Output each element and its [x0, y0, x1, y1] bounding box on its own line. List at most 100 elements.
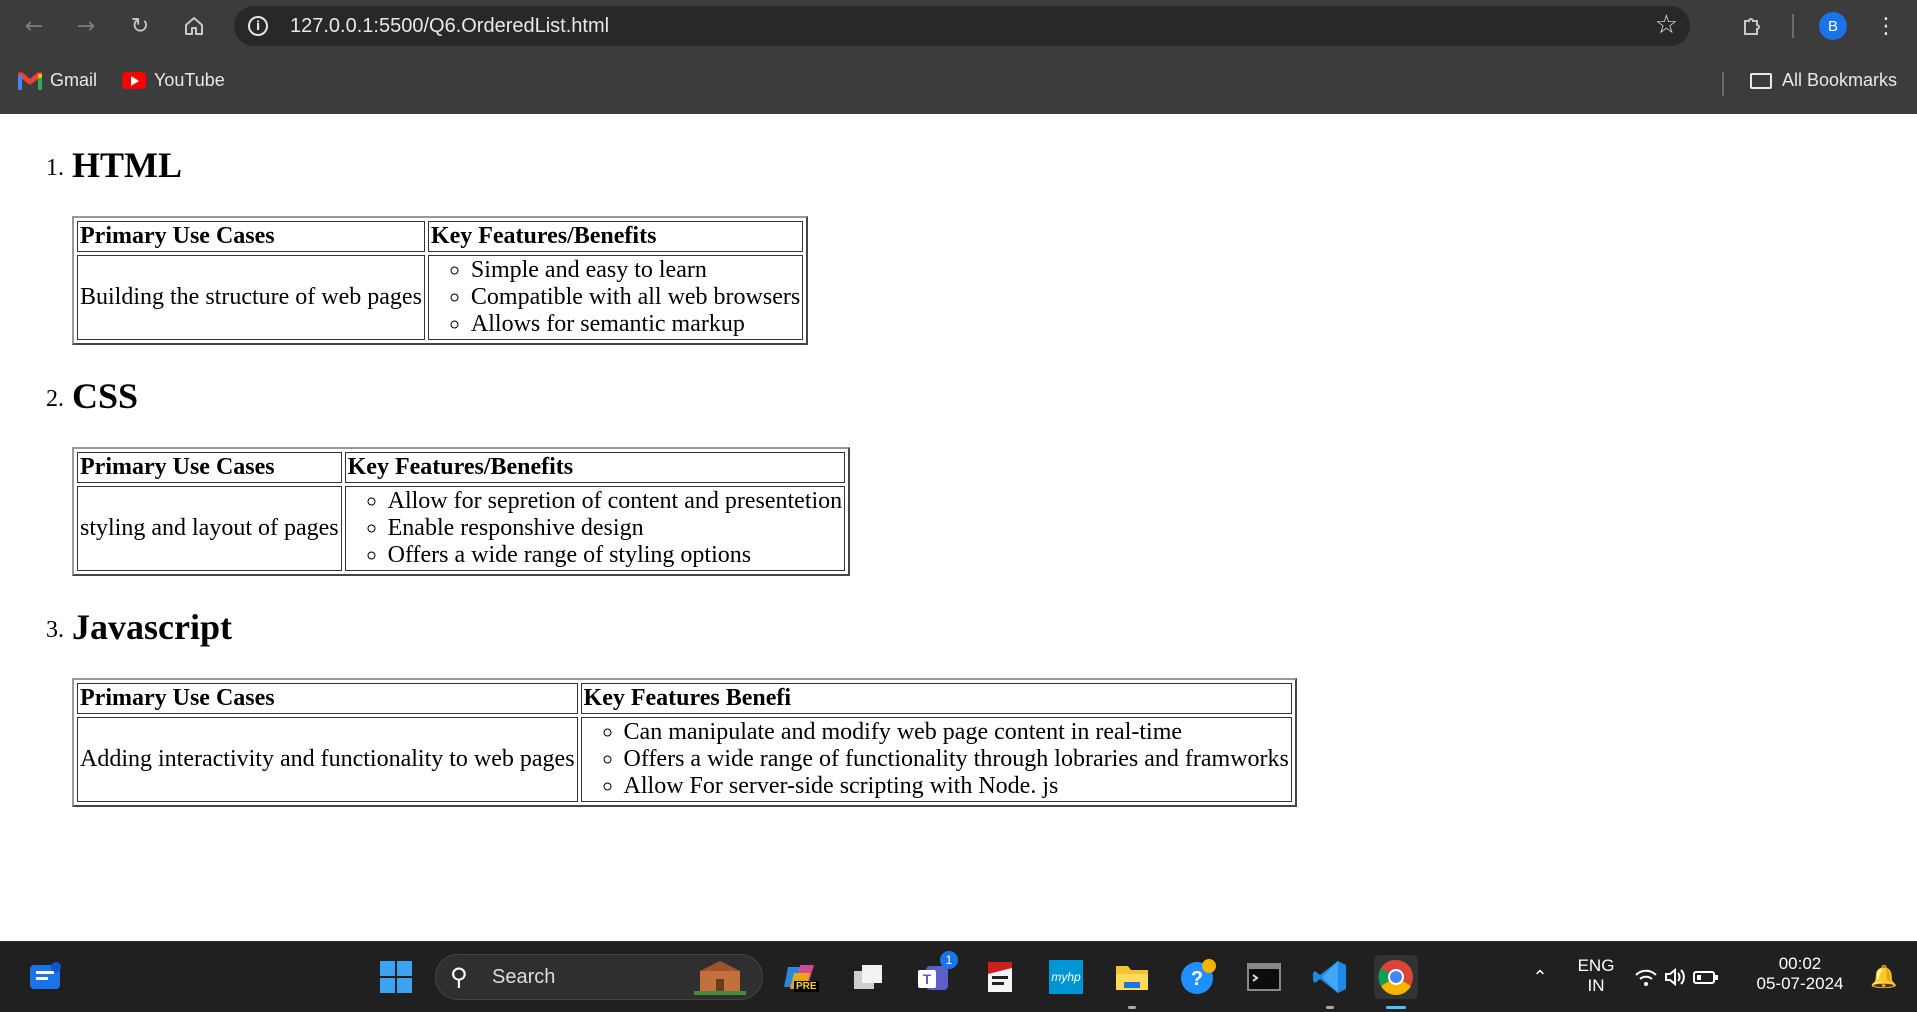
table-header-row: Primary Use Cases Key Features/Benefits [77, 221, 804, 252]
bookmark-gmail[interactable]: Gmail [18, 70, 97, 91]
myhp-label: myhp [1049, 960, 1083, 994]
info-table: Primary Use Cases Key Features/Benefits … [72, 216, 809, 345]
vscode-icon[interactable] [1310, 957, 1350, 1009]
column-header: Primary Use Cases [77, 452, 342, 483]
list-item: Allow for sepretion of content and prese… [388, 488, 843, 515]
address-bar[interactable]: i 127.0.0.1:5500/Q6.OrderedList.html ☆ [234, 6, 1690, 46]
copilot-icon[interactable]: PRE [780, 957, 820, 997]
taskbar-search[interactable]: ⚲ Search [435, 954, 763, 1000]
feature-list: Allow for sepretion of content and prese… [348, 488, 843, 569]
three-dots-icon[interactable]: ⋮ [1874, 12, 1898, 40]
file-explorer-icon[interactable] [1112, 957, 1152, 1009]
bookmark-youtube[interactable]: YouTube [122, 70, 225, 91]
volume-icon [1665, 967, 1685, 987]
column-header: Key Features/Benefits [344, 452, 846, 483]
table-cell: Adding interactivity and functionality t… [77, 717, 578, 802]
home-icon[interactable] [180, 12, 208, 40]
info-icon[interactable]: i [248, 16, 268, 36]
chrome-icon[interactable] [1374, 955, 1418, 1009]
region-code: IN [1587, 976, 1605, 995]
taskbar: ⚲ Search PRE T 1 myhp ? ⌃ ENG IN 00:02 0… [0, 941, 1917, 1012]
table-header-row: Primary Use Cases Key Features Benefi [77, 683, 1292, 714]
quick-settings[interactable] [1632, 957, 1722, 997]
list-item: Simple and easy to learn [471, 257, 800, 284]
widgets-icon[interactable] [26, 957, 66, 997]
notification-badge: 1 [940, 951, 958, 969]
bookmarks-bar: Gmail YouTube All Bookmarks [0, 62, 1917, 102]
section-title: CSS [72, 376, 139, 416]
chevron-up-icon[interactable]: ⌃ [1520, 957, 1560, 997]
running-indicator [1326, 1006, 1334, 1009]
url-text[interactable]: 127.0.0.1:5500/Q6.OrderedList.html [290, 15, 609, 38]
active-indicator [1386, 1006, 1406, 1009]
section-title: HTML [72, 145, 183, 185]
list-item: Can manipulate and modify web page conte… [624, 719, 1289, 746]
list-item: Compatible with all web browsers [471, 284, 800, 311]
page-content: 1. HTML Primary Use Cases Key Features/B… [0, 114, 1917, 941]
bookmark-label: Gmail [50, 70, 98, 90]
running-indicator [1128, 1006, 1136, 1009]
table-header-row: Primary Use Cases Key Features/Benefits [77, 452, 846, 483]
column-header: Primary Use Cases [77, 683, 578, 714]
list-number: 3. [46, 617, 64, 643]
all-bookmarks-label: All Bookmarks [1782, 70, 1898, 90]
table-cell: Building the structure of web pages [77, 255, 425, 340]
preview-badge: PRE [794, 981, 819, 992]
search-highlight-icon [692, 961, 748, 1000]
notification-bell-icon[interactable]: 🔔 [1864, 957, 1904, 997]
get-help-icon[interactable]: ? [1178, 957, 1218, 997]
table-cell: Simple and easy to learn Compatible with… [427, 255, 804, 340]
windows-start-icon[interactable] [376, 957, 416, 997]
back-arrow-icon[interactable]: ← [20, 12, 48, 40]
teams-icon[interactable]: T 1 [914, 951, 958, 997]
puzzle-icon[interactable] [1738, 12, 1766, 40]
search-label: Search [492, 966, 556, 988]
column-header: Key Features/Benefits [427, 221, 804, 252]
list-item: Allows for semantic markup [471, 311, 800, 338]
list-item: Allow For server-side scripting with Nod… [624, 773, 1289, 800]
table-cell: Can manipulate and modify web page conte… [580, 717, 1292, 802]
list-number: 1. [46, 155, 64, 181]
browser-toolbar: ← → ↻ i 127.0.0.1:5500/Q6.OrderedList.ht… [0, 0, 1917, 52]
info-table: Primary Use Cases Key Features Benefi Ad… [72, 678, 1297, 807]
browser-chrome: ← → ↻ i 127.0.0.1:5500/Q6.OrderedList.ht… [0, 0, 1917, 114]
feature-list: Can manipulate and modify web page conte… [584, 719, 1289, 800]
list-item: Offers a wide range of styling options [388, 542, 843, 569]
list-item: Offers a wide range of functionality thr… [624, 746, 1289, 773]
table-cell: Allow for sepretion of content and prese… [344, 486, 846, 571]
wifi-icon [1635, 969, 1657, 986]
terminal-icon[interactable] [1244, 957, 1284, 997]
myhp-icon[interactable]: myhp [1046, 957, 1086, 997]
table-row: Building the structure of web pages Simp… [77, 255, 804, 340]
bookmarks-divider [1722, 72, 1724, 96]
star-icon[interactable]: ☆ [1655, 10, 1678, 40]
svg-text:T: T [923, 971, 932, 987]
battery-icon [1693, 971, 1718, 984]
language-code: ENG [1577, 956, 1615, 975]
table-cell: styling and layout of pages [77, 486, 342, 571]
clock[interactable]: 00:02 05-07-2024 [1748, 954, 1852, 994]
section-title: Javascript [72, 607, 232, 647]
all-bookmarks-button[interactable]: All Bookmarks [1750, 70, 1897, 91]
table-row: Adding interactivity and functionality t… [77, 717, 1292, 802]
list-item: Enable responshive design [388, 515, 843, 542]
language-indicator[interactable]: ENG IN [1570, 956, 1622, 996]
gmail-icon [18, 72, 42, 90]
clock-date: 05-07-2024 [1756, 974, 1844, 993]
toolbar-divider [1792, 14, 1794, 38]
bookmark-label: YouTube [154, 70, 225, 90]
forward-arrow-icon[interactable]: → [72, 12, 100, 40]
column-header: Key Features Benefi [580, 683, 1292, 714]
youtube-icon [122, 72, 146, 89]
reload-icon[interactable]: ↻ [126, 12, 154, 40]
profile-avatar[interactable]: B [1819, 12, 1847, 40]
folder-icon [1750, 72, 1772, 89]
svg-text:?: ? [1191, 968, 1203, 990]
column-header: Primary Use Cases [77, 221, 425, 252]
feature-list: Simple and easy to learn Compatible with… [431, 257, 800, 338]
app-red-icon[interactable] [980, 957, 1020, 997]
clock-time: 00:02 [1778, 954, 1822, 973]
list-number: 2. [46, 386, 64, 412]
task-view-icon[interactable] [848, 957, 888, 997]
table-row: styling and layout of pages Allow for se… [77, 486, 846, 571]
